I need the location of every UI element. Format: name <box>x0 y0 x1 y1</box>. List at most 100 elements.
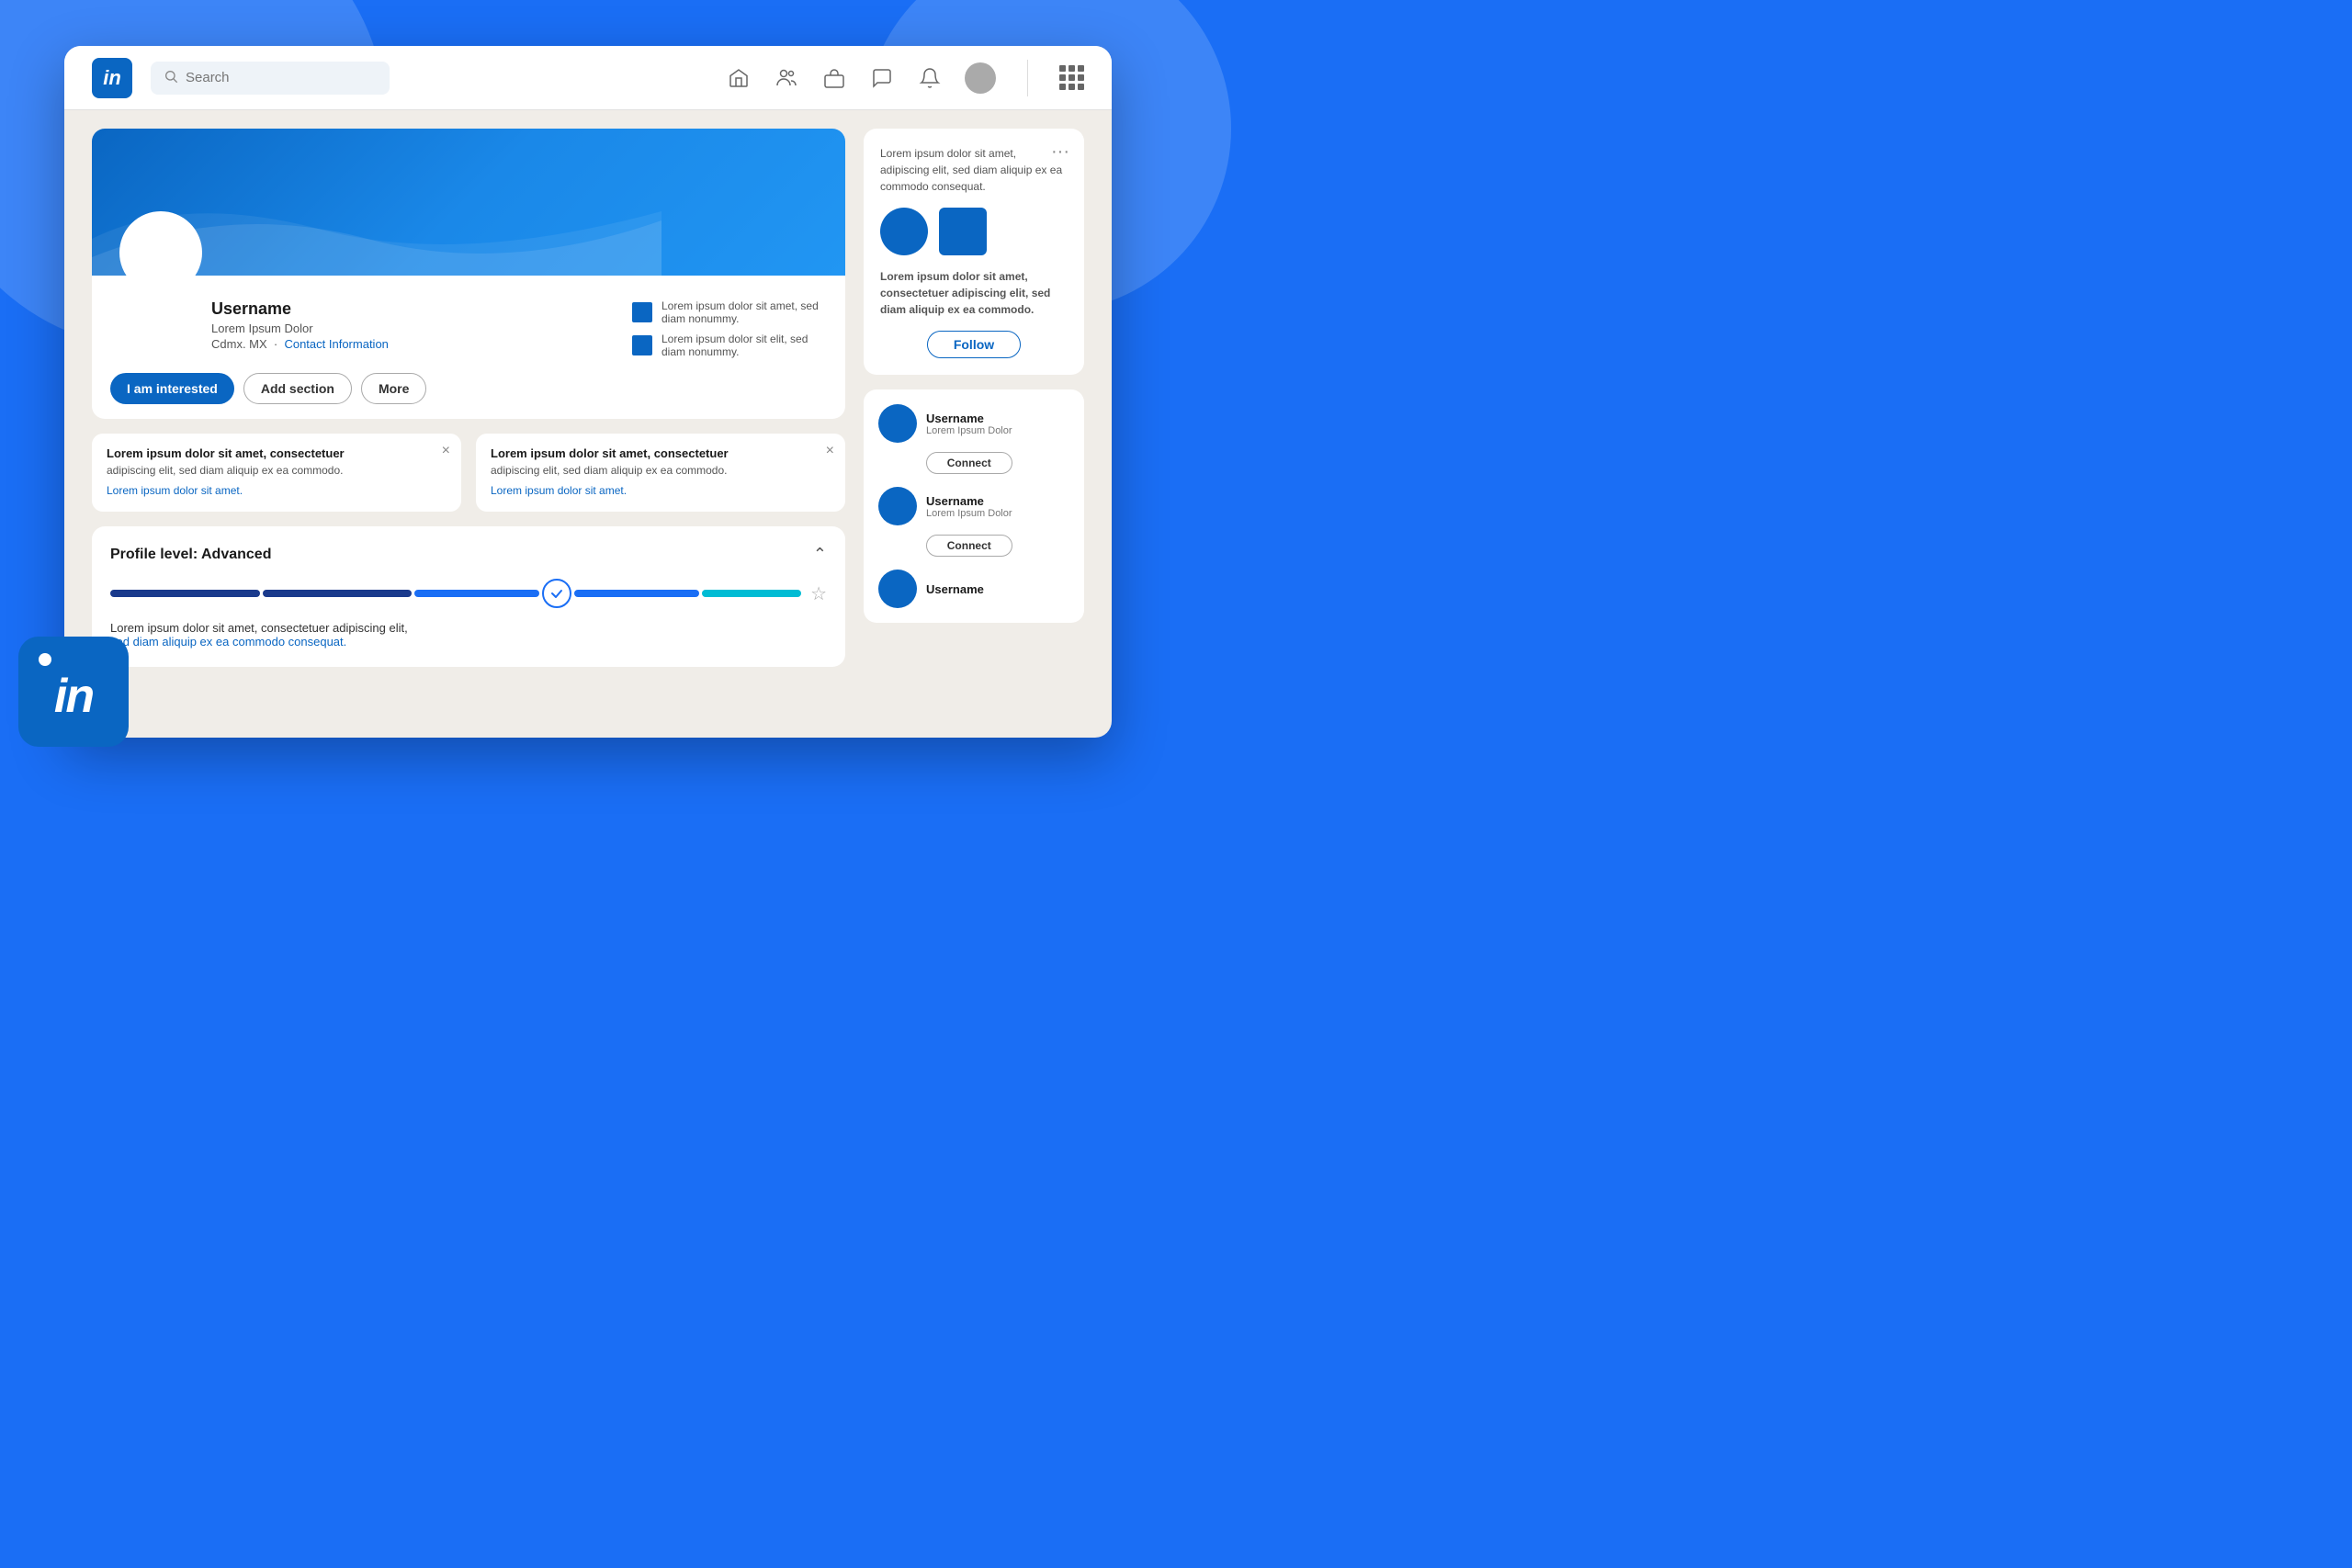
follow-card: ··· Lorem ipsum dolor sit amet, adipisci… <box>864 129 1084 375</box>
brand-square-logo <box>939 208 987 255</box>
profile-actions: I am interested Add section More <box>92 373 845 419</box>
person-avatar-2 <box>878 487 917 525</box>
nav-divider <box>1027 60 1028 96</box>
grid-dot <box>1069 84 1075 90</box>
briefcase-icon[interactable] <box>821 65 847 91</box>
person-avatar-3 <box>878 570 917 608</box>
logo-in-text: in <box>54 669 93 724</box>
profile-location: Cdmx. MX · Contact Information <box>211 337 389 351</box>
nav-linkedin-logo[interactable]: in <box>92 58 132 98</box>
grid-dot <box>1059 74 1066 81</box>
notif-close-1[interactable]: × <box>442 443 450 459</box>
profile-info-row: Username Lorem Ipsum Dolor Cdmx. MX · Co… <box>92 285 845 373</box>
collapse-icon[interactable]: ⌃ <box>813 545 827 564</box>
progress-check <box>542 579 571 608</box>
location-text: Cdmx. MX <box>211 337 267 351</box>
more-button[interactable]: More <box>361 373 426 404</box>
add-section-button[interactable]: Add section <box>243 373 352 404</box>
follow-card-body: Lorem ipsum dolor sit amet, consectetuer… <box>880 268 1068 318</box>
person-avatar-1 <box>878 404 917 443</box>
interested-button[interactable]: I am interested <box>110 373 234 404</box>
profile-level-card: Profile level: Advanced ⌃ <box>92 526 845 667</box>
person-sub-1: Lorem Ipsum Dolor <box>926 425 1012 436</box>
search-bar[interactable] <box>151 62 390 95</box>
logo-dot <box>39 653 51 666</box>
person-col-1: Username Lorem Ipsum Dolor Connect <box>878 404 1012 474</box>
person-name-3: Username <box>926 582 1069 596</box>
card-menu-icon[interactable]: ··· <box>1051 141 1069 163</box>
stat-item-1: Lorem ipsum dolor sit amet, sed diam non… <box>632 299 827 325</box>
connect-button-1[interactable]: Connect <box>926 452 1012 474</box>
notif-link-2[interactable]: Lorem ipsum dolor sit amet. <box>491 484 627 497</box>
follow-button[interactable]: Follow <box>927 331 1021 358</box>
avatar[interactable] <box>965 62 996 94</box>
notif-title-1: Lorem ipsum dolor sit amet, consectetuer <box>107 446 447 460</box>
people-icon[interactable] <box>774 65 799 91</box>
search-input[interactable] <box>186 70 377 85</box>
person-info-3: Username <box>926 582 1069 596</box>
profile-banner <box>92 129 845 276</box>
right-column: ··· Lorem ipsum dolor sit amet, adipisci… <box>864 129 1084 719</box>
messaging-icon[interactable] <box>869 65 895 91</box>
stat-text-2: Lorem ipsum dolor sit elit, sed diam non… <box>662 333 827 358</box>
grid-dot <box>1078 65 1084 72</box>
center-column: Username Lorem Ipsum Dolor Cdmx. MX · Co… <box>92 129 845 719</box>
grid-dot <box>1059 84 1066 90</box>
progress-seg-5 <box>702 590 801 597</box>
progress-seg-2 <box>263 590 413 597</box>
stat-icon-2 <box>632 335 652 355</box>
person-name-1: Username <box>926 412 1012 425</box>
browser-window: in <box>64 46 1112 738</box>
grid-dot <box>1059 65 1066 72</box>
star-icon[interactable]: ☆ <box>810 582 827 605</box>
profile-stats: Lorem ipsum dolor sit amet, sed diam non… <box>632 299 827 358</box>
notif-close-2[interactable]: × <box>826 443 834 459</box>
contact-info-link[interactable]: Contact Information <box>284 337 388 351</box>
level-desc: Lorem ipsum dolor sit amet, consectetuer… <box>110 621 827 649</box>
follow-card-desc: Lorem ipsum dolor sit amet, adipiscing e… <box>880 145 1068 195</box>
level-desc-main: Lorem ipsum dolor sit amet, consectetuer… <box>110 621 408 635</box>
home-icon[interactable] <box>726 65 752 91</box>
stat-icon-1 <box>632 302 652 322</box>
profile-username: Username <box>211 299 389 319</box>
progress-bar-container: ☆ <box>110 579 827 608</box>
nav-icons <box>726 60 1084 96</box>
notif-body-1: adipiscing elit, sed diam aliquip ex ea … <box>107 464 447 477</box>
notification-row: × Lorem ipsum dolor sit amet, consectetu… <box>92 434 845 512</box>
grid-dot <box>1069 74 1075 81</box>
person-sub-2: Lorem Ipsum Dolor <box>926 508 1012 519</box>
profile-text: Username Lorem Ipsum Dolor Cdmx. MX · Co… <box>211 299 389 351</box>
profile-subtitle: Lorem Ipsum Dolor <box>211 321 389 335</box>
progress-segments <box>110 579 801 608</box>
notif-body-2: adipiscing elit, sed diam aliquip ex ea … <box>491 464 831 477</box>
notification-card-2: × Lorem ipsum dolor sit amet, consectetu… <box>476 434 845 512</box>
notif-link-1[interactable]: Lorem ipsum dolor sit amet. <box>107 484 243 497</box>
person-name-2: Username <box>926 494 1012 508</box>
stat-item-2: Lorem ipsum dolor sit elit, sed diam non… <box>632 333 827 358</box>
notifications-icon[interactable] <box>917 65 943 91</box>
nav-logo-text: in <box>103 66 121 90</box>
level-desc-sub: sed diam aliquip ex ea commodo consequat… <box>110 635 346 649</box>
progress-seg-1 <box>110 590 260 597</box>
person-row-1: Username Lorem Ipsum Dolor Connect <box>878 404 1069 474</box>
person-row-3: Username <box>878 570 1069 608</box>
progress-seg-3 <box>414 590 539 597</box>
person-info-1: Username Lorem Ipsum Dolor <box>926 412 1012 436</box>
notif-title-2: Lorem ipsum dolor sit amet, consectetuer <box>491 446 831 460</box>
grid-dot <box>1078 74 1084 81</box>
grid-dot <box>1069 65 1075 72</box>
grid-dot <box>1078 84 1084 90</box>
person-info-2: Username Lorem Ipsum Dolor <box>926 494 1012 519</box>
grid-icon[interactable] <box>1059 65 1084 90</box>
progress-seg-4 <box>574 590 699 597</box>
level-title: Profile level: Advanced <box>110 547 271 563</box>
search-icon <box>164 69 178 87</box>
profile-card: Username Lorem Ipsum Dolor Cdmx. MX · Co… <box>92 129 845 419</box>
brand-circle-logo <box>880 208 928 255</box>
follow-card-logos <box>880 208 1068 255</box>
person-col-2: Username Lorem Ipsum Dolor Connect <box>878 487 1012 557</box>
navbar: in <box>64 46 1112 110</box>
people-card: Username Lorem Ipsum Dolor Connect Usern… <box>864 389 1084 623</box>
person-row-2: Username Lorem Ipsum Dolor Connect <box>878 487 1069 557</box>
connect-button-2[interactable]: Connect <box>926 535 1012 557</box>
